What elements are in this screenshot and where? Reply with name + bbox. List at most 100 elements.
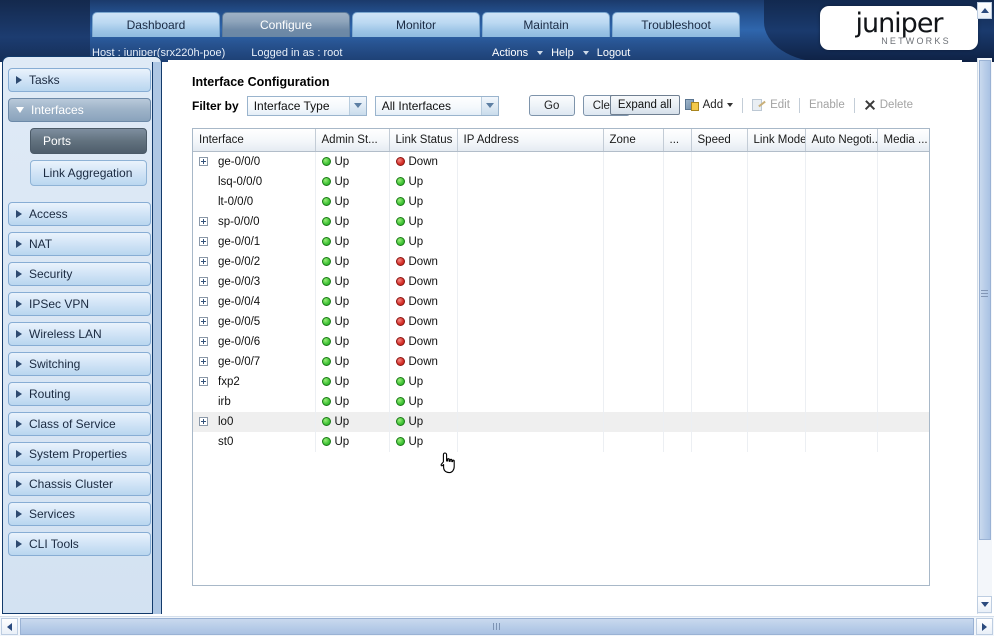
sidebar-item-tasks[interactable]: Tasks (8, 68, 151, 92)
add-button[interactable]: Add (680, 94, 738, 116)
edit-button[interactable]: Edit (747, 94, 795, 116)
cell-zone (603, 151, 664, 172)
table-row[interactable]: ge-0/0/4 Up Down (193, 292, 929, 312)
scroll-left-button[interactable] (1, 618, 18, 635)
sidebar-item-cli-tools[interactable]: CLI Tools (8, 532, 151, 556)
expand-row-icon[interactable] (199, 277, 208, 287)
table-row[interactable]: ge-0/0/7 Up Down (193, 352, 929, 372)
sidebar-item-class-of-service[interactable]: Class of Service (8, 412, 151, 436)
expand-row-icon[interactable] (199, 377, 208, 387)
expand-row-icon[interactable] (199, 297, 208, 307)
menu-actions[interactable]: Actions (492, 47, 528, 59)
column-header[interactable]: Interface (193, 129, 316, 152)
close-icon (864, 99, 876, 111)
status-led-icon (395, 397, 405, 406)
cell-link-status: Up (389, 172, 458, 192)
table-row[interactable]: lo0 Up Up (193, 412, 929, 432)
sidebar-item-ports[interactable]: Ports (30, 128, 147, 154)
expand-row-icon[interactable] (199, 217, 208, 227)
vertical-scrollbar[interactable] (977, 58, 992, 614)
sidebar-item-access[interactable]: Access (8, 202, 151, 226)
expand-row-icon[interactable] (199, 337, 208, 347)
expand-row-icon[interactable] (199, 237, 208, 247)
sidebar-item-services[interactable]: Services (8, 502, 151, 526)
sidebar-item-routing[interactable]: Routing (8, 382, 151, 406)
expand-row-icon[interactable] (199, 157, 208, 167)
column-header[interactable]: Link Status (389, 129, 458, 152)
table-row[interactable]: ge-0/0/0 Up Down (193, 151, 929, 172)
interface-name: irb (218, 396, 231, 408)
enable-button[interactable]: Enable (804, 94, 850, 116)
sidebar-item-wireless-lan[interactable]: Wireless LAN (8, 322, 151, 346)
sidebar-item-system-properties[interactable]: System Properties (8, 442, 151, 466)
vertical-scrollbar-thumb[interactable] (979, 60, 991, 540)
status-led-icon (321, 177, 331, 186)
filter-scope-select[interactable]: All Interfaces (374, 95, 499, 116)
page-title: Interface Configuration (192, 75, 330, 89)
table-row[interactable]: lsq-0/0/0 Up Up (193, 172, 929, 192)
filter-type-select[interactable]: Interface Type (246, 95, 367, 116)
sidebar-item-chassis-cluster[interactable]: Chassis Cluster (8, 472, 151, 496)
table-row[interactable]: fxp2 Up Up (193, 372, 929, 392)
menu-logout[interactable]: Logout (597, 47, 631, 59)
column-header[interactable]: Speed (691, 129, 748, 152)
expand-row-icon[interactable] (199, 257, 208, 267)
column-header[interactable]: Link Mode (747, 129, 806, 152)
tab-dashboard[interactable]: Dashboard (92, 12, 220, 37)
cell-extra (663, 372, 692, 392)
sidebar-item-switching[interactable]: Switching (8, 352, 151, 376)
tab-troubleshoot[interactable]: Troubleshoot (612, 12, 740, 37)
go-button[interactable]: Go (528, 95, 575, 116)
cell-media (877, 292, 929, 312)
sidebar-item-label: IPSec VPN (29, 297, 90, 311)
column-header[interactable]: Media ... (877, 129, 929, 152)
cell-zone (603, 412, 664, 432)
expand-all-button[interactable]: Expand all (609, 95, 680, 115)
column-header[interactable]: Zone (603, 129, 664, 152)
table-row[interactable]: ge-0/0/5 Up Down (193, 312, 929, 332)
table-row[interactable]: sp-0/0/0 Up Up (193, 212, 929, 232)
expand-row-icon[interactable] (199, 417, 208, 427)
scroll-right-button[interactable] (976, 618, 993, 635)
sidebar-item-ipsec-vpn[interactable]: IPSec VPN (8, 292, 151, 316)
table-row[interactable]: ge-0/0/3 Up Down (193, 272, 929, 292)
column-header[interactable]: ... (663, 129, 692, 152)
table-row[interactable]: ge-0/0/2 Up Down (193, 252, 929, 272)
table-row[interactable]: ge-0/0/1 Up Up (193, 232, 929, 252)
horizontal-scrollbar-thumb[interactable] (20, 618, 974, 635)
expand-row-icon[interactable] (199, 357, 208, 367)
cell-media (877, 432, 929, 452)
delete-button[interactable]: Delete (859, 94, 918, 116)
tab-configure[interactable]: Configure (222, 12, 350, 37)
table-row[interactable]: lt-0/0/0 Up Up (193, 192, 929, 212)
column-header[interactable]: Auto Negoti... (805, 129, 878, 152)
sidebar-item-security[interactable]: Security (8, 262, 151, 286)
scroll-up-button[interactable] (977, 2, 992, 19)
scroll-down-button[interactable] (977, 596, 992, 613)
sidebar-item-nat[interactable]: NAT (8, 232, 151, 256)
column-header[interactable]: IP Address (457, 129, 604, 152)
cell-admin-status: Up (315, 292, 390, 312)
sidebar-item-link-aggregation[interactable]: Link Aggregation (30, 160, 147, 186)
table-row[interactable]: irb Up Up (193, 392, 929, 412)
cell-admin-status: Up (315, 232, 390, 252)
chevron-down-icon (582, 50, 589, 55)
sidebar-item-interfaces[interactable]: Interfaces (8, 98, 151, 122)
cell-admin-status: Up (315, 432, 390, 452)
table-row[interactable]: ge-0/0/6 Up Down (193, 332, 929, 352)
cell-ip-address (457, 392, 604, 412)
cell-link-mode (747, 192, 806, 212)
table-row[interactable]: st0 Up Up (193, 432, 929, 452)
expand-row-icon[interactable] (199, 317, 208, 327)
tab-maintain[interactable]: Maintain (482, 12, 610, 37)
menu-help[interactable]: Help (551, 47, 574, 59)
cell-speed (691, 412, 748, 432)
toolbar-divider (742, 97, 744, 113)
horizontal-scrollbar[interactable] (0, 616, 994, 636)
tab-monitor[interactable]: Monitor (352, 12, 480, 37)
cell-admin-status: Up (315, 312, 390, 332)
cell-zone (603, 272, 664, 292)
column-header[interactable]: Admin St... (315, 129, 390, 152)
status-led-icon (321, 277, 331, 286)
row-indent-spacer (199, 177, 208, 186)
